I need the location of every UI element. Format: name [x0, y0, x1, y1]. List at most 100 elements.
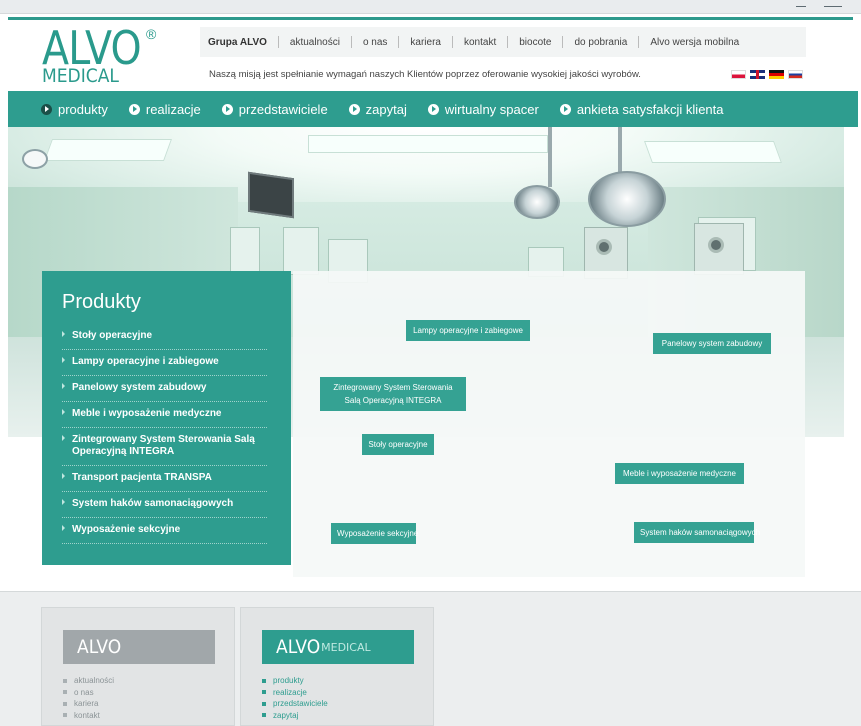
footer-link-aktualnosci[interactable]: aktualności	[63, 675, 114, 687]
footer-link-kariera[interactable]: kariera	[63, 698, 114, 710]
logo-medical-text: MEDICAL	[42, 65, 119, 87]
footer-alvo-medical-logo[interactable]: ALVO MEDICAL	[262, 630, 414, 664]
footer-link-label: o nas	[74, 687, 94, 697]
arrow-right-icon	[62, 357, 65, 363]
mainnav-wirtualny-spacer[interactable]: wirtualny spacer	[427, 102, 539, 117]
topnav-kariera[interactable]: kariera	[399, 37, 452, 48]
footer-link-label: przedstawiciele	[273, 699, 328, 708]
mainnav-label: przedstawiciele	[238, 101, 328, 117]
bullet-square-icon	[262, 678, 266, 683]
product-link-haki[interactable]: System haków samonaciągowych	[62, 492, 267, 518]
arrow-right-icon	[62, 435, 65, 441]
topnav-biocote[interactable]: biocote	[508, 37, 562, 48]
topnav-o-nas[interactable]: o nas	[352, 37, 398, 48]
footer-alvo-links: aktualności o nas kariera kontakt	[63, 675, 114, 721]
cabinet	[283, 227, 319, 275]
top-navigation: Grupa ALVO aktualności o nas kariera kon…	[200, 27, 806, 57]
arrow-circle-icon	[221, 103, 233, 115]
product-label: Transport pacjenta TRANSPA	[72, 472, 212, 483]
footer-link-label: aktualności	[74, 676, 115, 685]
footer-link-produkty[interactable]: produkty	[262, 675, 328, 687]
product-label: Wyposażenie sekcyjne	[72, 524, 181, 535]
product-link-stoly[interactable]: Stoły operacyjne	[62, 324, 267, 350]
ru-flag-icon[interactable]	[788, 70, 803, 79]
alvo-medical-logo[interactable]: ALVO ® MEDICAL	[42, 25, 192, 88]
footer-link-label: realizacje	[273, 687, 307, 697]
de-flag-icon[interactable]	[769, 70, 784, 79]
hotspot-panelowy[interactable]: Panelowy system zabudowy	[653, 333, 771, 354]
mainnav-label: produkty	[58, 101, 108, 117]
hotspot-haki[interactable]: System haków samonaciągowych	[634, 522, 760, 543]
language-switcher	[731, 70, 803, 79]
arrow-circle-icon	[41, 103, 52, 115]
bullet-square-icon	[262, 690, 266, 695]
mainnav-label: zapytaj	[365, 101, 407, 117]
wall-clock-icon	[22, 149, 48, 169]
bullet-square-icon	[63, 678, 67, 683]
main-navigation: produkty realizacje przedstawiciele zapy…	[8, 91, 858, 127]
footer-alvo-logo[interactable]: ALVO	[63, 630, 215, 664]
product-link-meble[interactable]: Meble i wyposażenie medyczne	[62, 402, 267, 428]
cabinet	[230, 227, 260, 275]
hotspot-sekcyjne[interactable]: Wyposażenie sekcyjne	[331, 523, 418, 544]
mainnav-produkty[interactable]: produkty	[41, 102, 108, 117]
ceiling-light-panel	[43, 139, 173, 161]
arrow-circle-icon	[128, 103, 140, 115]
product-link-lampy[interactable]: Lampy operacyjne i zabiegowe	[62, 350, 267, 376]
product-label: System haków samonaciągowych	[72, 498, 234, 509]
pl-flag-icon[interactable]	[731, 70, 746, 79]
porthole-window	[596, 239, 612, 255]
page: ALVO ® MEDICAL Grupa ALVO aktualności o …	[0, 0, 861, 726]
footer-link-label: kontakt	[74, 710, 100, 720]
monitor-screen	[248, 171, 294, 219]
topnav-do-pobrania[interactable]: do pobrania	[563, 37, 638, 48]
mainnav-zapytaj[interactable]: zapytaj	[348, 101, 407, 117]
arrow-right-icon	[62, 473, 65, 479]
footer-link-zapytaj[interactable]: zapytaj	[262, 710, 328, 722]
topnav-grupa-alvo[interactable]: Grupa ALVO	[208, 37, 278, 48]
hotspot-lampy[interactable]: Lampy operacyjne i zabiegowe	[406, 320, 530, 341]
ceiling-light-panel	[308, 135, 548, 153]
en-flag-icon[interactable]	[750, 70, 765, 79]
footer-link-label: produkty	[273, 676, 304, 685]
footer-link-label: kariera	[74, 699, 99, 708]
mainnav-ankieta[interactable]: ankieta satysfakcji klienta	[559, 102, 724, 117]
mainnav-przedstawiciele[interactable]: przedstawiciele	[221, 101, 328, 117]
product-label: Lampy operacyjne i zabiegowe	[72, 356, 219, 367]
product-label: Stoły operacyjne	[72, 330, 153, 341]
mainnav-realizacje[interactable]: realizacje	[128, 101, 201, 117]
footer-link-kontakt[interactable]: kontakt	[63, 710, 114, 722]
mission-statement: Naszą misją jest spełnianie wymagań nasz…	[209, 69, 641, 80]
footer-link-realizacje[interactable]: realizacje	[262, 687, 328, 699]
surgical-lamp-icon	[514, 185, 560, 219]
products-list: Stoły operacyjne Lampy operacyjne i zabi…	[62, 324, 267, 544]
lamp-arm	[618, 127, 622, 177]
surgical-lamp-icon	[588, 171, 666, 227]
product-link-panelowy[interactable]: Panelowy system zabudowy	[62, 376, 267, 402]
footer-link-o-nas[interactable]: o nas	[63, 687, 114, 699]
products-panel-title: Produkty	[62, 291, 141, 313]
product-link-sekcyjne[interactable]: Wyposażenie sekcyjne	[62, 518, 267, 544]
product-link-integra[interactable]: Zintegrowany System Sterowania Salą Oper…	[62, 428, 267, 466]
topnav-aktualnosci[interactable]: aktualności	[279, 37, 351, 48]
mainnav-label: realizacje	[145, 101, 201, 117]
hotspot-stoly[interactable]: Stoły operacyjne	[362, 434, 434, 455]
minimize-icon[interactable]	[796, 6, 806, 7]
porthole-window	[708, 237, 724, 253]
topnav-wersja-mobilna[interactable]: Alvo wersja mobilna	[639, 37, 750, 48]
arrow-right-icon	[62, 383, 65, 389]
product-link-transpa[interactable]: Transport pacjenta TRANSPA	[62, 466, 267, 492]
footer-link-przedstawiciele[interactable]: przedstawiciele	[262, 698, 328, 710]
product-label: Meble i wyposażenie medyczne	[72, 408, 222, 419]
bullet-square-icon	[262, 713, 266, 718]
hotspot-integra[interactable]: Zintegrowany System Sterowania Salą Oper…	[320, 377, 466, 411]
window-control-icon[interactable]	[824, 6, 842, 7]
topnav-kontakt[interactable]: kontakt	[453, 37, 507, 48]
footer-logo-subtext: MEDICAL	[321, 640, 371, 654]
lamp-arm	[548, 127, 552, 187]
arrow-right-icon	[62, 409, 65, 415]
hotspot-meble[interactable]: Meble i wyposażenie medyczne	[615, 463, 744, 484]
footer-box-alvo-medical: ALVO MEDICAL produkty realizacje przedst…	[240, 607, 434, 726]
bullet-square-icon	[63, 701, 67, 706]
arrow-right-icon	[62, 525, 65, 531]
